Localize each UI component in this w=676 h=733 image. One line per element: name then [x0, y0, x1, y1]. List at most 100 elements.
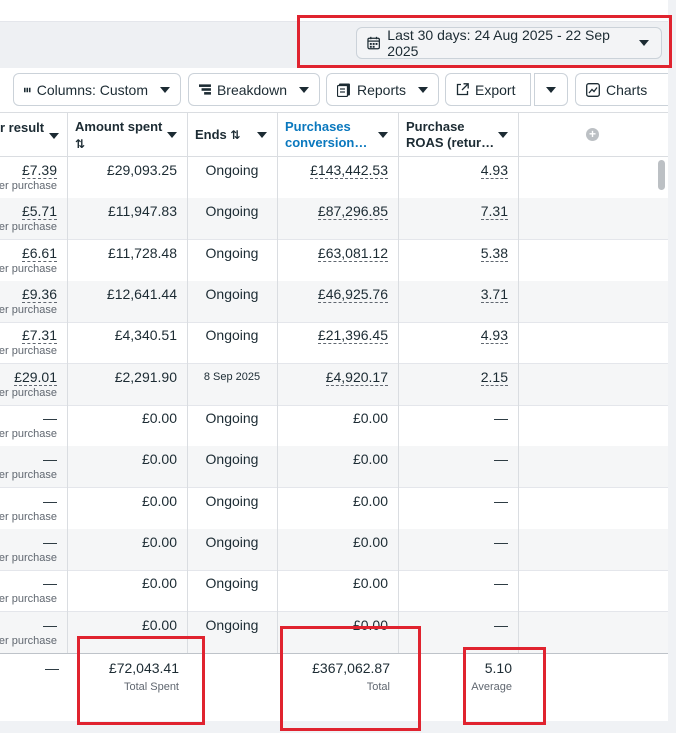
ends-cell-value: Ongoing [205, 327, 259, 344]
charts-button[interactable]: Charts [575, 73, 675, 106]
columns-button[interactable]: Columns: Custom [13, 73, 181, 106]
cost-per-result-cell-value[interactable]: £6.61 [21, 244, 57, 262]
cost-per-result-cell: £29.01 er purchase [0, 364, 67, 405]
amount-spent-cell: £4,340.51 [67, 322, 187, 363]
purchases-conversion-cell: £143,442.53 [277, 157, 398, 198]
cost-per-result-cell: £5.71 er purchase [0, 198, 67, 239]
table-scrollbar-thumb[interactable] [658, 160, 665, 190]
purchases-conversion-cell-value: £0.00 [352, 533, 388, 550]
cost-per-result-cell: —Per purchase [0, 570, 67, 611]
table-row[interactable]: £6.61 er purchase £11,728.48 Ongoing £63,081… [0, 240, 668, 282]
ends-cell: Ongoing [187, 157, 277, 198]
table-row[interactable]: £9.36 er purchase £12,641.44 Ongoing £46,925… [0, 280, 668, 323]
cost-per-result-cell-value[interactable]: £7.31 [21, 327, 57, 345]
header-purchase-roas[interactable]: Purchase ROAS (retur… [398, 113, 518, 157]
purchase-roas-cell-value: — [494, 533, 508, 550]
breakdown-label: Breakdown [216, 81, 287, 98]
per-purchase-caption: er purchase [0, 345, 57, 358]
purchases-conversion-cell-value[interactable]: £143,442.53 [310, 162, 388, 179]
chevron-down-icon[interactable] [257, 132, 267, 138]
amount-spent-cell: £12,641.44 [67, 281, 187, 322]
cost-per-result-cell: £9.36 er purchase [0, 281, 67, 322]
table-row[interactable]: —Per purchase£0.00Ongoing£0.00— [0, 488, 668, 530]
table-row[interactable]: —Per purchase£0.00Ongoing£0.00— [0, 528, 668, 571]
table-row[interactable]: —Per purchase£0.00Ongoing£0.00— [0, 570, 668, 613]
purchase-roas-cell-value[interactable]: 4.93 [480, 162, 508, 179]
purchases-conversion-cell: £0.00 [277, 529, 398, 570]
breakdown-button[interactable]: Breakdown [188, 73, 320, 106]
purchase-roas-cell: — [398, 529, 518, 570]
purchase-roas-cell: 5.38 [398, 240, 518, 281]
cost-per-result-cell-value[interactable]: £5.71 [21, 203, 57, 221]
purchase-roas-cell-value[interactable]: 3.71 [480, 285, 508, 303]
cost-per-result-cell-value: — [43, 533, 57, 550]
purchases-conversion-cell-value[interactable]: £87,296.85 [317, 203, 388, 221]
table-row[interactable]: £7.39 er purchase £29,093.25 Ongoing £143,44… [0, 157, 668, 199]
amount-spent-cell-value: £0.00 [141, 533, 177, 550]
table-row[interactable]: £5.71 er purchase £11,947.83 Ongoing £87,296… [0, 198, 668, 241]
highlight-box-spent [77, 636, 205, 725]
per-purchase-caption: Per purchase [0, 551, 57, 564]
header-amount-spent[interactable]: Amount spent ⇅ [67, 113, 187, 157]
purchase-roas-cell: 2.15 [398, 364, 518, 405]
highlight-box-roas [463, 647, 546, 725]
toolbar: Columns: Custom Breakdown Reports Export… [0, 68, 675, 113]
purchases-conversion-cell: £0.00 [277, 570, 398, 611]
purchase-roas-cell: 7.31 [398, 198, 518, 239]
per-purchase-caption: er purchase [0, 386, 57, 399]
ends-cell-value: Ongoing [205, 492, 259, 509]
page-scrollbar[interactable] [668, 0, 676, 733]
purchase-roas-cell-value[interactable]: 5.38 [480, 244, 508, 262]
export-dropdown-button[interactable] [534, 73, 568, 106]
cost-per-result-cell: —Per purchase [0, 488, 67, 529]
purchase-roas-cell-value[interactable]: 2.15 [480, 368, 508, 386]
sort-icon[interactable]: ⇅ [230, 128, 240, 142]
cost-per-result-cell: £6.61 er purchase [0, 240, 67, 281]
amount-spent-cell-value: £4,340.51 [114, 327, 177, 344]
purchase-roas-cell-value: — [494, 451, 508, 468]
sort-icon[interactable]: ⇅ [75, 136, 179, 152]
table-row[interactable]: £7.31 er purchase £4,340.51 Ongoing £21,396.… [0, 322, 668, 365]
per-purchase-caption: Per purchase [0, 634, 57, 647]
amount-spent-cell: £0.00 [67, 529, 187, 570]
ends-cell-value: Ongoing [205, 285, 259, 302]
table-row[interactable]: —Per purchase£0.00Ongoing£0.00— [0, 405, 668, 447]
table-row[interactable]: £29.01 er purchase £2,291.90 8 Sep 2025 £4,9… [0, 363, 668, 406]
chevron-down-icon[interactable] [49, 133, 59, 139]
export-button[interactable]: Export [445, 73, 531, 106]
chevron-down-icon[interactable] [498, 132, 508, 138]
cost-per-result-cell-value[interactable]: £7.39 [21, 162, 57, 179]
purchase-roas-cell-value[interactable]: 7.31 [480, 203, 508, 221]
ends-cell-value: Ongoing [205, 203, 259, 220]
per-purchase-caption: Per purchase [0, 427, 57, 440]
purchases-conversion-cell: £87,296.85 [277, 198, 398, 239]
header-ends[interactable]: Ends ⇅ [187, 113, 277, 157]
breakdown-icon [199, 84, 211, 95]
purchase-roas-cell: — [398, 446, 518, 487]
purchases-conversion-cell-value[interactable]: £21,396.45 [317, 327, 388, 345]
header-purchases-conversion[interactable]: Purchases conversion… [277, 113, 398, 157]
chevron-down-icon[interactable] [378, 132, 388, 138]
cost-per-result-cell-value[interactable]: £9.36 [21, 285, 57, 303]
purchases-conversion-cell-value[interactable]: £63,081.12 [317, 244, 388, 262]
header-label: r result [0, 120, 45, 135]
header-cost-per-result[interactable]: r result [0, 113, 67, 157]
reports-button[interactable]: Reports [326, 73, 439, 106]
ends-cell-value: Ongoing [205, 451, 259, 468]
purchase-roas-cell-value[interactable]: 4.93 [480, 327, 508, 345]
ends-cell: Ongoing [187, 405, 277, 446]
add-column-icon[interactable]: + [586, 128, 599, 141]
purchases-conversion-cell-value: £0.00 [352, 575, 388, 592]
amount-spent-cell: £0.00 [67, 488, 187, 529]
chevron-down-icon[interactable] [167, 132, 177, 138]
cost-per-result-cell-value[interactable]: £29.01 [14, 368, 57, 386]
column-divider [518, 113, 519, 721]
table-row[interactable]: —Per purchase£0.00Ongoing£0.00— [0, 446, 668, 489]
column-divider [277, 113, 278, 721]
total-cost-cell: — [0, 654, 67, 722]
purchase-roas-cell: — [398, 405, 518, 446]
chevron-down-icon [299, 86, 309, 93]
purchases-conversion-cell-value[interactable]: £46,925.76 [317, 285, 388, 303]
purchases-conversion-cell-value[interactable]: £4,920.17 [325, 368, 388, 386]
ends-cell-value: 8 Sep 2025 [203, 370, 261, 383]
